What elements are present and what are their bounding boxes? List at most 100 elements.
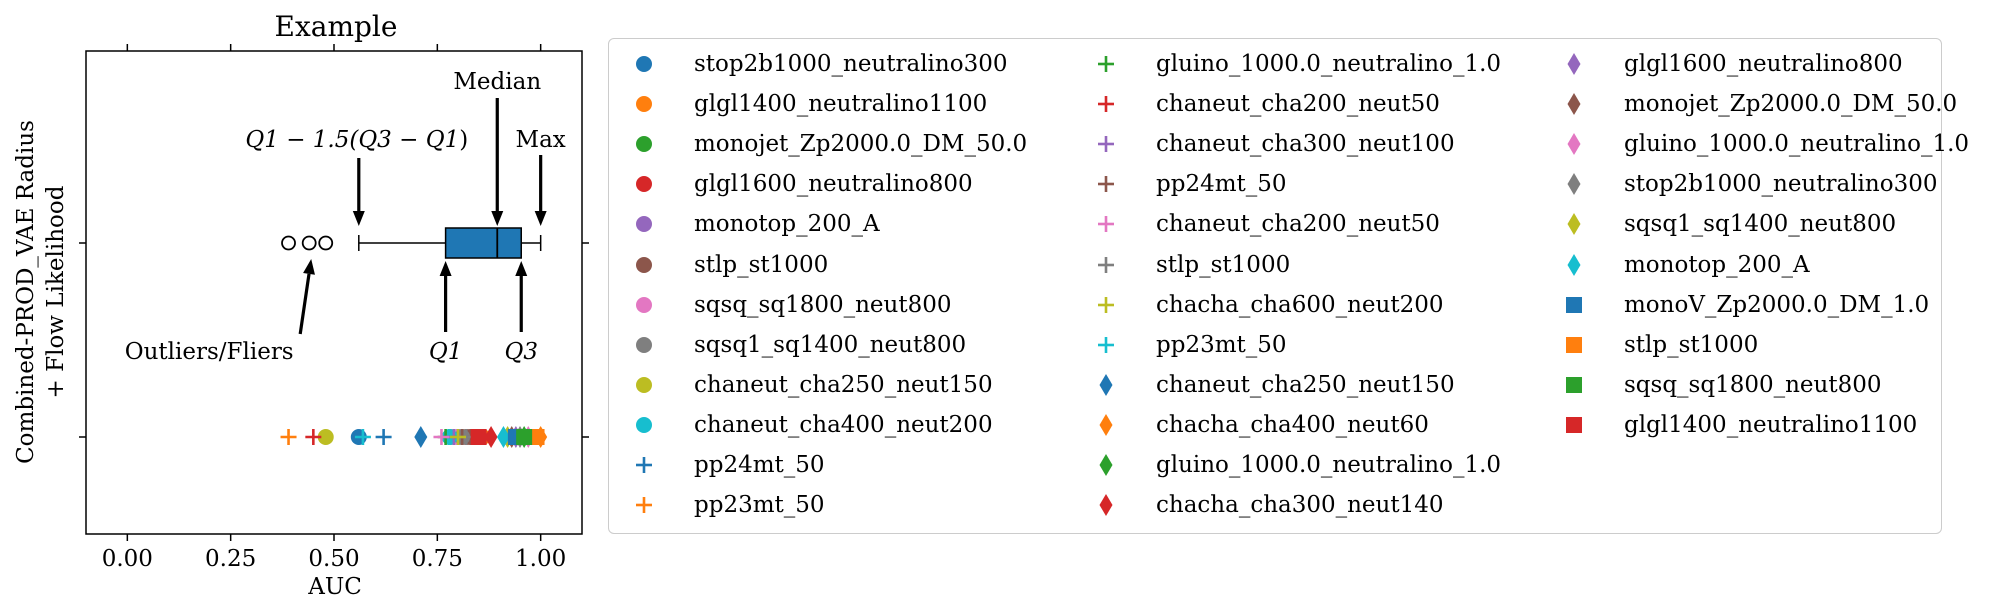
legend-marker-svg [1566,336,1582,353]
legend-marker-shape [1567,213,1581,236]
legend-marker [632,169,656,199]
annotation-lower-whisker: Q1 − 1.5(Q3 − Q1) [245,127,468,153]
legend-marker-svg [1098,56,1114,72]
legend-label: glgl1600_neutralino800 [694,171,973,198]
legend-marker [1562,290,1586,320]
annotation-arrowhead [303,259,315,275]
data-point [470,429,487,445]
legend-marker-shape [1098,296,1114,313]
legend-marker-shape [636,96,652,113]
legend-label: stop2b1000_neutralino300 [1624,171,1938,198]
legend-marker-svg [1098,136,1114,153]
legend-marker-shape [636,136,652,153]
legend-marker-svg [1567,133,1581,156]
x-tick-label: 0.00 [102,546,153,572]
legend-marker-shape [1098,136,1114,153]
outlier-point [281,235,296,251]
legend-marker-shape [636,457,652,473]
legend-marker-shape [1099,494,1113,517]
legend-marker [1562,330,1586,360]
legend-label: glgl1400_neutralino1100 [694,91,988,118]
legend-marker [1094,250,1118,280]
data-point [280,429,297,445]
legend-marker [1094,169,1118,199]
legend-marker-svg [636,216,652,233]
legend-marker-shape [1566,416,1582,433]
legend-label: chaneut_cha250_neut150 [1156,371,1455,398]
annotation-arrow [298,273,311,335]
x-tick-label: 0.75 [412,546,463,572]
outlier-point [318,235,334,251]
legend-marker [632,250,656,280]
legend-item: stlp_st1000 [632,250,828,280]
legend-marker-svg [1567,93,1581,116]
legend-marker-shape [1098,96,1114,113]
annotation-outliers: Outliers/Fliers [125,339,294,365]
legend-marker [1094,370,1118,400]
legend-item: chaneut_cha250_neut150 [1094,370,1455,400]
legend-label: pp24mt_50 [1156,171,1287,198]
legend-item: gluino_1000.0_neutralino_1.0 [1094,450,1501,480]
legend-marker-svg [1099,373,1113,396]
legend-item: chacha_cha400_neut60 [1094,410,1429,440]
legend-marker [1094,129,1118,159]
legend-item: monoV_Zp2000.0_DM_1.0 [1562,290,1929,320]
legend-marker-shape [1099,413,1113,436]
legend-marker-shape [1567,133,1581,156]
legend-label: chaneut_cha200_neut50 [1156,211,1440,238]
legend-label: chacha_cha400_neut60 [1156,411,1429,438]
legend-item: gluino_1000.0_neutralino_1.0 [1562,129,1969,159]
legend-item: monotop_200_A [632,209,880,239]
legend-marker-svg [636,336,652,353]
legend-marker-svg [636,256,652,273]
x-tick-label: 0.50 [308,546,359,572]
data-point [414,426,428,448]
legend-marker [632,410,656,440]
legend: stop2b1000_neutralino300 glgl1400_neutral… [608,38,1969,534]
legend-marker-shape [636,497,652,514]
x-tick-label: 0.25 [205,546,256,572]
outlier-point [301,235,317,251]
legend-item: gluino_1000.0_neutralino_1.0 [1094,49,1501,79]
legend-label: chaneut_cha250_neut150 [694,371,993,398]
legend-marker [1094,290,1118,320]
legend-item: monojet_Zp2000.0_DM_50.0 [1562,89,1957,119]
legend-marker-svg [636,136,652,153]
legend-marker-shape [1567,253,1581,276]
legend-item: pp24mt_50 [632,450,825,480]
legend-label: monoV_Zp2000.0_DM_1.0 [1624,291,1930,318]
legend-marker [632,370,656,400]
legend-label: sqsq_sq1800_neut800 [694,291,952,318]
annotation-max: Max [516,127,566,153]
legend-marker [1094,490,1118,520]
legend-marker [1094,89,1118,119]
legend-label: chaneut_cha200_neut50 [1156,91,1440,118]
legend-item: monotop_200_A [1562,250,1810,280]
annotation-arrowhead [352,211,365,226]
legend-marker-shape [636,416,652,433]
legend-marker-svg [1567,53,1581,75]
legend-label: pp23mt_50 [1156,331,1287,358]
legend-label: monotop_200_A [694,211,880,238]
legend-item: sqsq1_sq1400_neut800 [632,330,966,360]
legend-item: stlp_st1000 [1562,330,1758,360]
legend-marker-svg [636,497,652,514]
plot-frame [85,50,583,535]
legend-item: glgl1600_neutralino800 [632,169,973,199]
data-point [305,429,322,445]
annotations: Median Max Outliers/Fliers Q1 Q3 Q1 − 1.… [125,69,566,365]
legend-marker-shape [1098,336,1114,353]
legend-item: stlp_st1000 [1094,250,1290,280]
annotation-arrowhead [534,211,547,226]
box-iqr [444,227,522,259]
legend-label: sqsq1_sq1400_neut800 [694,331,967,358]
legend-item: stop2b1000_neutralino300 [1562,169,1937,199]
legend-item: chaneut_cha200_neut50 [1094,209,1440,239]
legend-label: gluino_1000.0_neutralino_1.0 [1156,51,1502,77]
legend-marker-shape [636,56,652,72]
legend-label: pp24mt_50 [694,452,825,478]
legend-marker-shape [636,376,652,393]
legend-item: glgl1400_neutralino1100 [632,89,987,119]
boxplot [281,227,542,259]
legend-label: gluino_1000.0_neutralino_1.0 [1624,131,1970,158]
